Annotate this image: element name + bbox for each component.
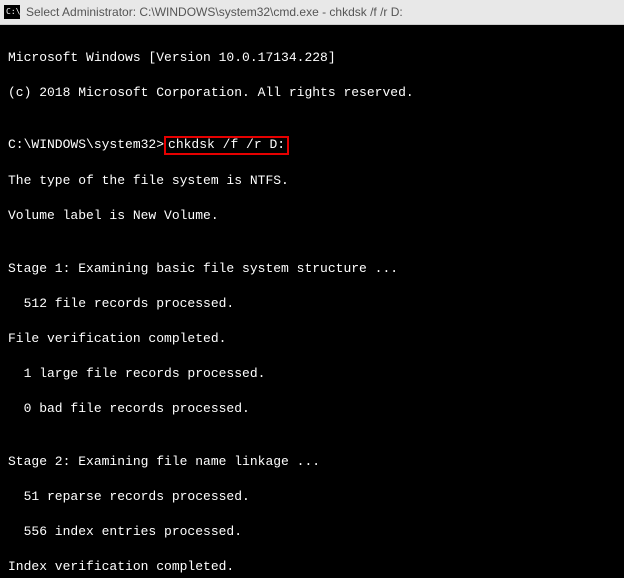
terminal-output[interactable]: Microsoft Windows [Version 10.0.17134.22… — [0, 25, 624, 578]
cmd-icon: C:\ — [4, 5, 20, 19]
output-fs-type: The type of the file system is NTFS. — [8, 172, 616, 190]
window-titlebar[interactable]: C:\ Select Administrator: C:\WINDOWS\sys… — [0, 0, 624, 25]
cmd-icon-text: C:\ — [6, 8, 20, 16]
output-file-verification: File verification completed. — [8, 330, 616, 348]
output-reparse1: 51 reparse records processed. — [8, 488, 616, 506]
output-index-verification: Index verification completed. — [8, 558, 616, 576]
output-stage1: Stage 1: Examining basic file system str… — [8, 260, 616, 278]
output-volume-label: Volume label is New Volume. — [8, 207, 616, 225]
window-title: Select Administrator: C:\WINDOWS\system3… — [26, 5, 403, 19]
output-version: Microsoft Windows [Version 10.0.17134.22… — [8, 49, 616, 67]
output-large-files: 1 large file records processed. — [8, 365, 616, 383]
output-bad-files: 0 bad file records processed. — [8, 400, 616, 418]
prompt-prefix: C:\WINDOWS\system32> — [8, 137, 164, 152]
output-file-records: 512 file records processed. — [8, 295, 616, 313]
output-index-entries: 556 index entries processed. — [8, 523, 616, 541]
command-highlight: chkdsk /f /r D: — [164, 136, 289, 154]
output-copyright: (c) 2018 Microsoft Corporation. All righ… — [8, 84, 616, 102]
output-stage2: Stage 2: Examining file name linkage ... — [8, 453, 616, 471]
command-text: chkdsk /f /r D: — [168, 137, 285, 152]
command-line: C:\WINDOWS\system32> chkdsk /f /r D: — [8, 136, 616, 154]
